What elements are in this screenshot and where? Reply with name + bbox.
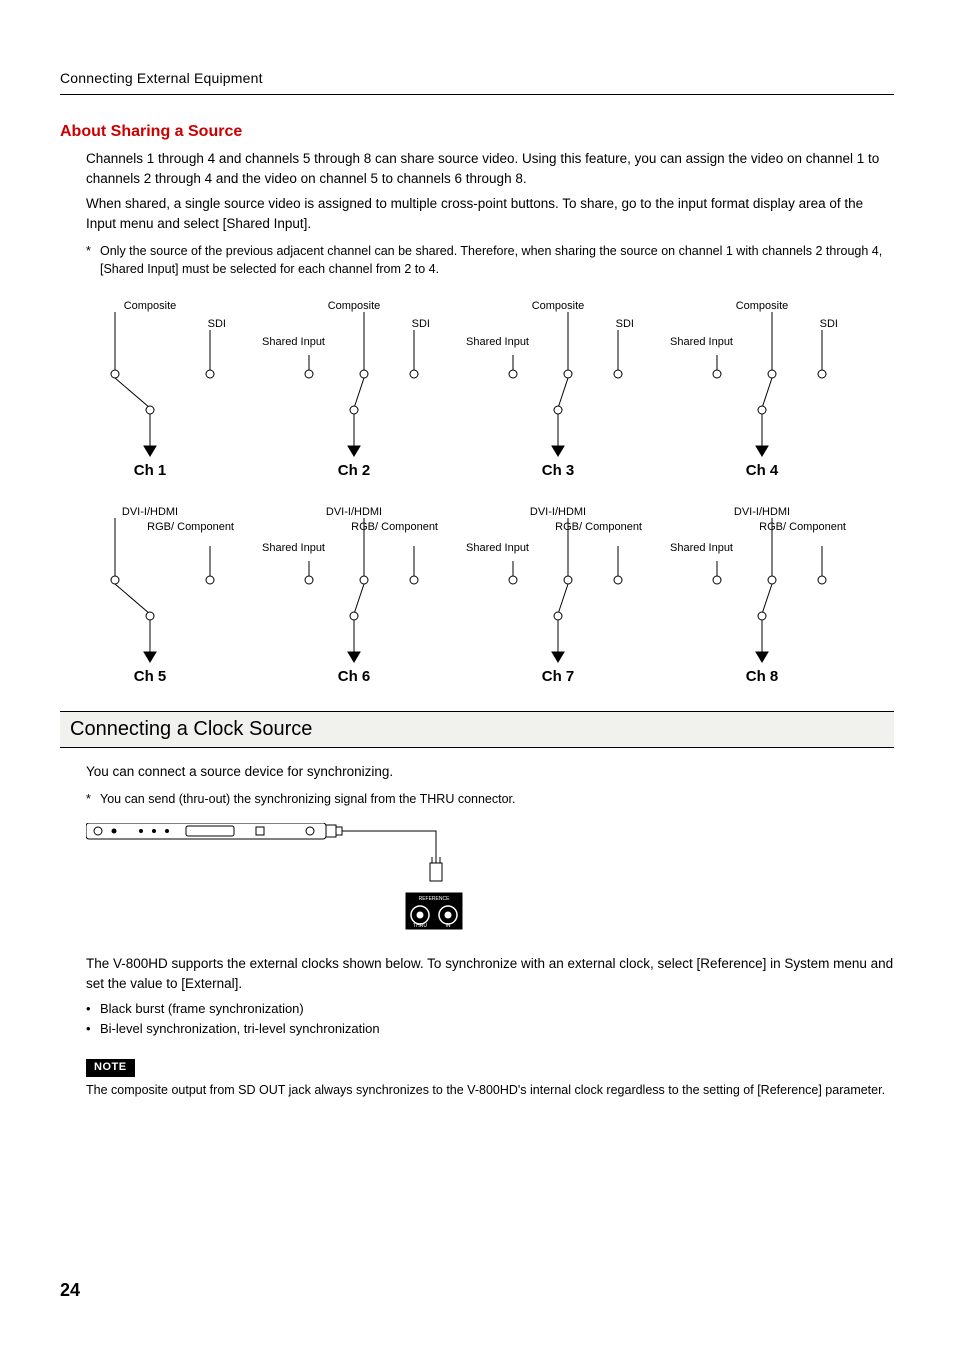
- top-rule: [60, 94, 894, 95]
- asterisk-icon: *: [86, 791, 100, 809]
- bullet-text: Black burst (frame synchronization): [100, 1000, 304, 1019]
- shared-input-label: Shared Input: [262, 336, 310, 349]
- sharing-p1: Channels 1 through 4 and channels 5 thro…: [86, 149, 894, 188]
- diagram-row-bottom: DVI-I/HDMI RGB/ Component Ch 5 DVI-I/HDM…: [60, 506, 894, 685]
- shared-input-label: Shared Input: [262, 542, 310, 555]
- clock-figure: REFERENCE THRU IN: [86, 823, 894, 939]
- shared-input-label: Shared Input: [466, 336, 514, 349]
- sharing-star-note: * Only the source of the previous adjace…: [86, 243, 894, 278]
- asterisk-icon: *: [86, 243, 100, 278]
- ch4-label: Ch 4: [672, 462, 852, 479]
- ch1-label: Ch 1: [60, 462, 240, 479]
- diagram-row-top: Composite SDI Ch 1 Composite SDI S: [60, 300, 894, 479]
- in-label: IN: [446, 923, 451, 929]
- clock-note-text: You can send (thru-out) the synchronizin…: [100, 791, 894, 809]
- note-text: The composite output from SD OUT jack al…: [86, 1081, 894, 1099]
- clock-bullets: •Black burst (frame synchronization) •Bi…: [86, 1000, 894, 1040]
- clock-p2: The V-800HD supports the external clocks…: [86, 954, 894, 993]
- ch5-block: DVI-I/HDMI RGB/ Component Ch 5: [60, 506, 240, 685]
- rgb-label: RGB/ Component: [759, 522, 846, 533]
- reference-panel-label: REFERENCE: [419, 896, 451, 902]
- page-number: 24: [60, 1280, 80, 1301]
- sdi-label: SDI: [616, 318, 634, 331]
- shared-input-label: Shared Input: [670, 542, 718, 555]
- sharing-heading: About Sharing a Source: [60, 123, 894, 141]
- composite-label: Composite: [736, 300, 789, 313]
- bullet-item: •Bi-level synchronization, tri-level syn…: [86, 1020, 894, 1039]
- clock-body: You can connect a source device for sync…: [86, 762, 894, 1100]
- breadcrumb: Connecting External Equipment: [60, 70, 894, 86]
- ch7-label: Ch 7: [468, 668, 648, 685]
- ch3-label: Ch 3: [468, 462, 648, 479]
- rgb-label: RGB/ Component: [555, 522, 642, 533]
- ch7-block: DVI-I/HDMI RGB/ Component Shared Input C: [468, 506, 648, 685]
- ch4-block: Composite SDI Shared Input Ch 4: [672, 300, 852, 479]
- sharing-body: Channels 1 through 4 and channels 5 thro…: [86, 149, 894, 278]
- ch6-label: Ch 6: [264, 668, 444, 685]
- sharing-p2: When shared, a single source video is as…: [86, 194, 894, 233]
- shared-input-label: Shared Input: [670, 336, 718, 349]
- bullet-item: •Black burst (frame synchronization): [86, 1000, 894, 1019]
- sdi-label: SDI: [820, 318, 838, 331]
- sdi-label: SDI: [412, 318, 430, 331]
- clock-p1: You can connect a source device for sync…: [86, 762, 894, 782]
- ch2-label: Ch 2: [264, 462, 444, 479]
- rgb-label: RGB/ Component: [147, 522, 234, 533]
- clock-svg: REFERENCE THRU IN: [86, 823, 486, 933]
- ch2-block: Composite SDI Shared Input Ch 2: [264, 300, 444, 479]
- composite-label: Composite: [328, 300, 381, 313]
- ch3-block: Composite SDI Shared Input Ch 3: [468, 300, 648, 479]
- clock-star-note: * You can send (thru-out) the synchroniz…: [86, 791, 894, 809]
- diagram-area: Composite SDI Ch 1 Composite SDI S: [60, 300, 894, 685]
- composite-label: Composite: [532, 300, 585, 313]
- thru-label: THRU: [413, 923, 427, 929]
- bullet-text: Bi-level synchronization, tri-level sync…: [100, 1020, 380, 1039]
- dvi-label: DVI-I/HDMI: [122, 506, 178, 519]
- sdi-label: SDI: [208, 318, 226, 331]
- ch5-label: Ch 5: [60, 668, 240, 685]
- clock-heading: Connecting a Clock Source: [60, 711, 894, 748]
- ch6-block: DVI-I/HDMI RGB/ Component Shared Input C: [264, 506, 444, 685]
- dvi-label: DVI-I/HDMI: [530, 506, 586, 519]
- shared-input-label: Shared Input: [466, 542, 514, 555]
- rgb-label: RGB/ Component: [351, 522, 438, 533]
- ch8-label: Ch 8: [672, 668, 852, 685]
- dvi-label: DVI-I/HDMI: [734, 506, 790, 519]
- sharing-note-text: Only the source of the previous adjacent…: [100, 243, 894, 278]
- dvi-label: DVI-I/HDMI: [326, 506, 382, 519]
- note-badge: NOTE: [86, 1059, 135, 1077]
- composite-label: Composite: [124, 300, 177, 313]
- ch1-block: Composite SDI Ch 1: [60, 300, 240, 479]
- ch8-block: DVI-I/HDMI RGB/ Component Shared Input C: [672, 506, 852, 685]
